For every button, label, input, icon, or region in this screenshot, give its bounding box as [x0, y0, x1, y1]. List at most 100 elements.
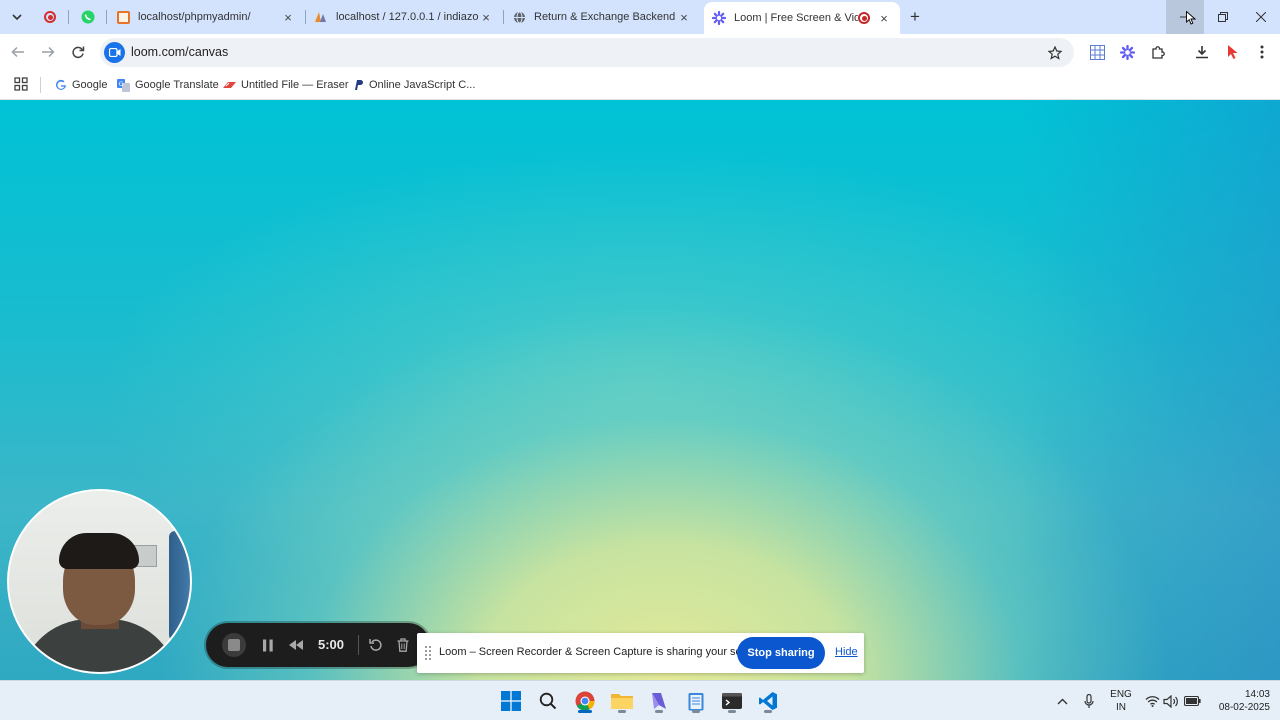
wifi-tray-button[interactable] [1143, 692, 1161, 710]
terminal-icon [722, 693, 742, 709]
back-button[interactable] [7, 41, 29, 63]
restart-icon [369, 639, 382, 651]
download-icon [1196, 46, 1208, 59]
tab-indiazona[interactable]: localhost / 127.0.0.1 / indiazona × [306, 4, 502, 30]
minimize-button[interactable] [1166, 0, 1204, 34]
bookmark-google-translate[interactable]: G Google Translate [117, 77, 219, 93]
stop-recording-button[interactable] [222, 633, 246, 657]
close-icon[interactable]: × [280, 9, 296, 25]
region-code: IN [1116, 702, 1126, 713]
reload-button[interactable] [67, 41, 89, 63]
bookmark-google[interactable]: Google [54, 77, 107, 93]
mouse-cursor-icon [1186, 11, 1196, 25]
translate-icon: G [117, 78, 130, 92]
close-icon[interactable]: × [676, 9, 692, 25]
chrome-icon [575, 691, 595, 711]
input-language-indicator[interactable]: ENG IN [1106, 688, 1136, 714]
window-close-button[interactable] [1242, 0, 1280, 34]
downloads-button[interactable] [1191, 41, 1213, 63]
tab-title: localhost/phpmyadmin/ [138, 11, 251, 23]
arrow-right-icon [42, 46, 55, 58]
search-icon [539, 692, 557, 710]
tab-loom[interactable]: Loom | Free Screen & Video × [704, 2, 900, 34]
volume-icon [1163, 694, 1178, 708]
file-explorer-icon [611, 694, 633, 709]
puzzle-icon [1151, 45, 1165, 59]
taskbar-chrome[interactable] [571, 687, 599, 715]
language-code: ENG [1110, 689, 1132, 700]
browser-menu-button[interactable] [1251, 41, 1273, 63]
bookmark-online-javascript[interactable]: Online JavaScript C... [351, 77, 475, 93]
volume-tray-button[interactable] [1162, 692, 1180, 710]
chevron-down-icon [12, 14, 22, 21]
pinned-tab-whatsapp[interactable] [74, 6, 102, 28]
tab-return-exchange[interactable]: Return & Exchange Backend As × [504, 4, 700, 30]
forward-button[interactable] [37, 41, 59, 63]
camera-bubble[interactable] [7, 489, 192, 674]
restart-button[interactable] [366, 635, 386, 655]
new-tab-button[interactable]: + [904, 6, 926, 28]
close-icon [1256, 12, 1266, 22]
taskbar-search-button[interactable] [534, 687, 562, 715]
tab-strip: localhost/phpmyadmin/ × localhost / 127.… [0, 0, 1280, 34]
browser-toolbar: loom.com/canvas [0, 34, 1280, 70]
hide-link[interactable]: Hide [835, 646, 858, 658]
record-icon [44, 11, 56, 23]
whatsapp-icon [81, 10, 95, 24]
rewind-button[interactable] [286, 635, 306, 655]
pointer-extension-button[interactable] [1222, 41, 1244, 63]
restore-button[interactable] [1204, 0, 1242, 34]
system-clock[interactable]: 14:03 08-02-2025 [1204, 688, 1270, 714]
start-button[interactable] [497, 687, 525, 715]
taskbar-notepad[interactable] [682, 687, 710, 715]
taskbar-vscode[interactable] [754, 687, 782, 715]
loom-extension-button[interactable] [1116, 41, 1138, 63]
clock-time: 14:03 [1244, 689, 1270, 700]
extensions-button[interactable] [1147, 41, 1169, 63]
drag-handle-icon[interactable] [425, 646, 431, 660]
trash-icon [397, 638, 409, 652]
eraser-icon [223, 79, 236, 92]
pause-button[interactable] [258, 635, 278, 655]
show-hidden-icons-button[interactable] [1053, 692, 1071, 710]
bookmark-star-button[interactable] [1046, 44, 1064, 62]
pinned-tab-record[interactable] [36, 6, 64, 28]
battery-tray-button[interactable] [1183, 692, 1201, 710]
google-icon [54, 79, 67, 92]
tab-search-button[interactable] [6, 6, 28, 28]
close-icon[interactable]: × [876, 10, 892, 26]
globe-icon [512, 10, 526, 24]
tab-phpmyadmin[interactable]: localhost/phpmyadmin/ × [108, 4, 304, 30]
taskbar-vs-app[interactable] [645, 687, 673, 715]
bookmark-label: Google Translate [135, 79, 219, 91]
pause-icon [263, 639, 273, 651]
wifi-icon [1145, 696, 1159, 707]
taskbar-file-explorer[interactable] [608, 687, 636, 715]
paypal-like-icon [351, 79, 364, 92]
site-info-button[interactable] [104, 42, 125, 63]
bookmark-label: Untitled File — Eraser [241, 79, 349, 91]
bookmark-eraser[interactable]: Untitled File — Eraser [223, 77, 349, 93]
stop-sharing-button[interactable]: Stop sharing [737, 637, 825, 669]
tab-title: Loom | Free Screen & Video [734, 12, 858, 24]
red-cursor-icon [1228, 45, 1238, 59]
close-icon[interactable]: × [478, 9, 494, 25]
loom-control-bar: 5:00 [206, 623, 430, 667]
video-camera-icon [108, 48, 120, 57]
delete-button[interactable] [393, 635, 413, 655]
recording-indicator-icon [858, 12, 870, 24]
bookmarks-bar: Google G Google Translate Untitled File … [0, 70, 1280, 100]
address-bar[interactable]: loom.com/canvas [100, 38, 1074, 67]
microphone-tray-button[interactable] [1080, 692, 1098, 710]
canvas-gradient-edge [1020, 100, 1280, 680]
star-icon [1048, 46, 1062, 60]
taskbar-terminal[interactable] [718, 687, 746, 715]
vs-app-icon [652, 693, 666, 709]
bookmark-label: Online JavaScript C... [369, 79, 476, 91]
extension-grid-button[interactable] [1086, 41, 1108, 63]
clock-date: 08-02-2025 [1218, 702, 1270, 713]
apps-grid-icon[interactable] [14, 77, 28, 91]
screen-sharing-bar: Loom – Screen Recorder & Screen Capture … [417, 633, 864, 673]
windows-start-icon [501, 691, 521, 711]
arrow-left-icon [11, 46, 24, 58]
